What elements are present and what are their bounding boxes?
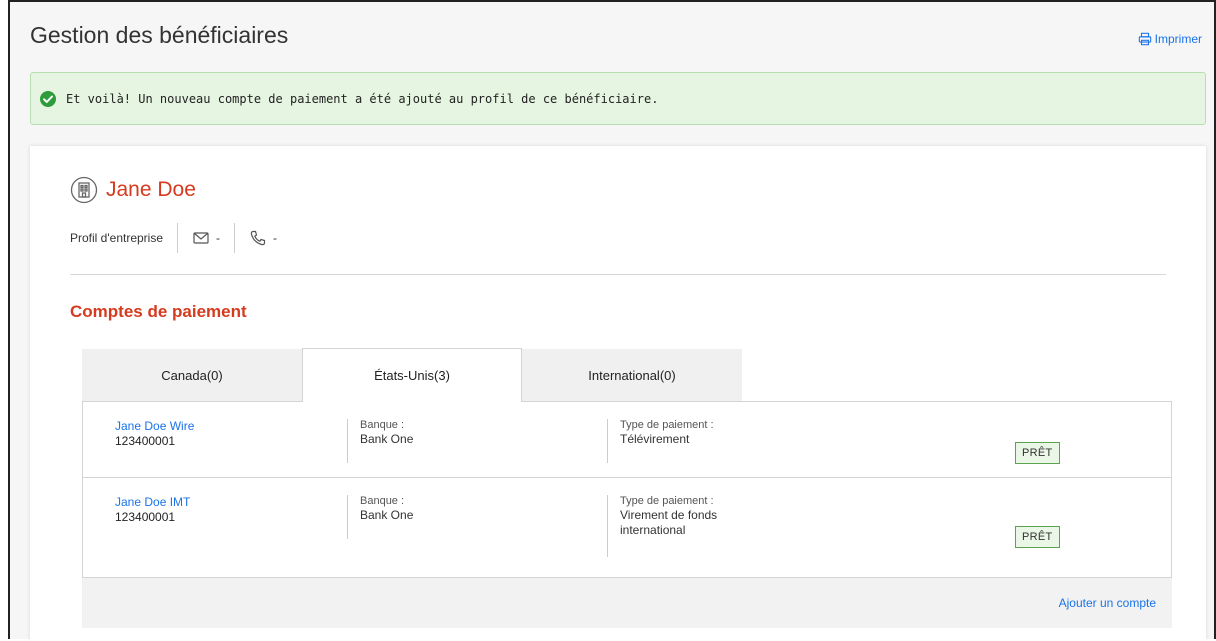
email-info: - xyxy=(192,229,220,247)
page-title: Gestion des bénéficiaires xyxy=(30,22,289,48)
bank-column: Banque : Bank One xyxy=(347,495,413,539)
phone-icon xyxy=(250,230,266,246)
print-label: Imprimer xyxy=(1154,32,1202,46)
account-name-link[interactable]: Jane Doe IMT xyxy=(115,495,190,509)
alert-message: Et voilà! Un nouveau compte de paiement … xyxy=(66,91,659,106)
payment-type-column: Type de paiement : Télévirement xyxy=(607,419,740,463)
profile-meta: Profil d'entreprise - - xyxy=(70,222,277,254)
app-frame: Gestion des bénéficiaires Imprimer Et vo… xyxy=(8,0,1216,641)
account-number: 123400001 xyxy=(115,434,176,448)
bank-column: Banque : Bank One xyxy=(347,419,413,463)
add-account-link[interactable]: Ajouter un compte xyxy=(1059,596,1156,610)
region-tabs: Canada(0) États-Unis(3) International(0) xyxy=(82,348,742,402)
tab-canada[interactable]: Canada(0) xyxy=(82,349,302,402)
payment-type-column: Type de paiement : Virement de fonds int… xyxy=(607,495,740,557)
payment-type-value: Virement de fonds international xyxy=(620,508,718,537)
payment-type-value: Télévirement xyxy=(620,432,690,446)
building-icon xyxy=(70,176,98,204)
payment-type-label: Type de paiement : xyxy=(620,419,714,431)
bank-label: Banque : xyxy=(360,419,405,431)
tab-international[interactable]: International(0) xyxy=(522,349,742,402)
account-row: Jane Doe IMT 123400001 Banque : Bank One… xyxy=(83,478,1171,577)
phone-info: - xyxy=(249,229,277,247)
phone-value: - xyxy=(273,231,277,245)
account-name-link[interactable]: Jane Doe Wire xyxy=(115,419,194,433)
email-value: - xyxy=(216,231,220,245)
tab-united-states[interactable]: États-Unis(3) xyxy=(302,348,522,402)
account-number: 123400001 xyxy=(115,510,176,524)
mail-icon xyxy=(193,232,209,244)
account-identity: Jane Doe IMT 123400001 xyxy=(115,495,190,524)
bank-value: Bank One xyxy=(360,432,414,446)
beneficiary-name: Jane Doe xyxy=(106,178,196,201)
success-alert: Et voilà! Un nouveau compte de paiement … xyxy=(30,72,1206,125)
accounts-list: Jane Doe Wire 123400001 Banque : Bank On… xyxy=(82,401,1172,578)
account-row: Jane Doe Wire 123400001 Banque : Bank On… xyxy=(83,402,1171,478)
account-identity: Jane Doe Wire 123400001 xyxy=(115,419,194,448)
section-divider xyxy=(70,274,1166,275)
accounts-footer: Ajouter un compte xyxy=(82,578,1172,628)
meta-divider xyxy=(177,223,178,253)
status-badge: PRÊT xyxy=(1015,526,1060,548)
payment-type-label: Type de paiement : xyxy=(620,495,714,507)
print-button[interactable]: Imprimer xyxy=(1138,32,1202,46)
meta-divider xyxy=(234,223,235,253)
bank-label: Banque : xyxy=(360,495,405,507)
profile-header: Jane Doe xyxy=(70,176,196,204)
printer-icon xyxy=(1138,32,1151,46)
check-circle-icon xyxy=(40,90,56,107)
bank-value: Bank One xyxy=(360,508,414,522)
profile-type: Profil d'entreprise xyxy=(70,231,163,245)
section-title: Comptes de paiement xyxy=(70,302,247,321)
beneficiary-card: Jane Doe Profil d'entreprise - - Comptes xyxy=(30,146,1206,641)
status-badge: PRÊT xyxy=(1015,442,1060,464)
